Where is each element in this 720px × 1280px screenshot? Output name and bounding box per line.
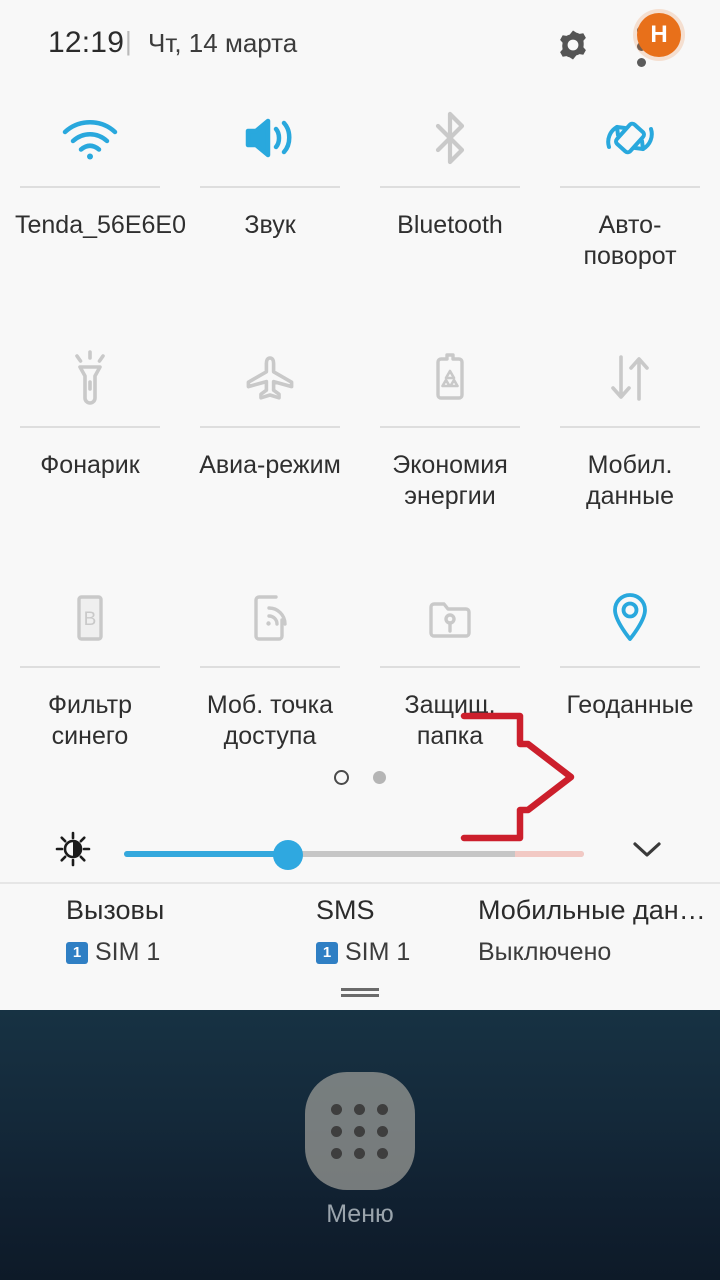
sim-item-title: Вызовы (66, 895, 165, 925)
secure-folder-icon (360, 572, 540, 664)
brightness-slider-track[interactable] (124, 851, 584, 857)
quick-settings-panel: 12:19 | Чт, 14 марта H Tenda_56E6E0 Звук… (0, 0, 720, 1010)
auto-rotate-icon (540, 92, 720, 184)
brightness-row (0, 815, 720, 875)
sim-item-value: SIM 1 (95, 938, 161, 966)
page-dot-2[interactable] (373, 770, 386, 784)
tile-label: Моб. точка доступа (206, 691, 334, 750)
sim-item-title: Мобильные дан… (478, 895, 706, 925)
airplane-icon (180, 332, 360, 424)
tile-label: Фонарик (40, 451, 140, 479)
gear-icon[interactable] (553, 25, 593, 65)
tile-underline (560, 666, 700, 668)
tile-label: Авто-поворот (583, 211, 677, 270)
sim-badge: 1 (66, 941, 88, 964)
tile-underline (20, 426, 160, 428)
volume-icon (180, 92, 360, 184)
tile-label: Мобил. данные (586, 451, 674, 510)
tile-label: Tenda_56E6E0 (15, 211, 186, 239)
sim-item-value-row: Выключено (478, 938, 706, 967)
page-indicator (0, 765, 720, 789)
clock-time: 12:19 (48, 26, 125, 59)
flashlight-icon (0, 332, 180, 424)
tile-label: Фильтр синего (48, 691, 132, 750)
drag-handle-icon[interactable] (341, 988, 379, 997)
tile-underline (20, 186, 160, 188)
panel-divider (0, 882, 720, 884)
sim-item-sms[interactable]: SMS 1 SIM 1 (316, 895, 410, 967)
home-screen-wallpaper: Меню (0, 1010, 720, 1280)
sim-status-strip: Вызовы 1 SIM 1 SMS 1 SIM 1 Мобильные дан… (0, 895, 720, 990)
user-avatar[interactable]: H (637, 13, 681, 57)
sim-item-value-row: 1 SIM 1 (66, 938, 164, 967)
tile-power-saving[interactable]: Экономия энергии (360, 332, 540, 572)
battery-saver-icon (360, 332, 540, 424)
tile-underline (380, 186, 520, 188)
tile-underline (380, 666, 520, 668)
tile-underline (20, 666, 160, 668)
tile-sound[interactable]: Звук (180, 92, 360, 332)
app-grid-icon (331, 1103, 389, 1159)
brightness-icon (55, 831, 91, 867)
sim-item-value-row: 1 SIM 1 (316, 938, 410, 967)
app-drawer-label: Меню (326, 1200, 394, 1228)
sim-item-value: Выключено (478, 938, 612, 966)
tile-airplane-mode[interactable]: Авиа-режим (180, 332, 360, 572)
tile-underline (380, 426, 520, 428)
tile-label: Авиа-режим (199, 451, 341, 479)
tile-mobile-data[interactable]: Мобил. данные (540, 332, 720, 572)
tile-label: Bluetooth (397, 211, 503, 239)
tile-label: Геоданные (566, 691, 694, 719)
blue-filter-icon: B (0, 572, 180, 664)
svg-text:B: B (84, 609, 97, 630)
tile-underline (200, 426, 340, 428)
tile-label: Экономия энергии (392, 451, 508, 510)
tile-row: Фонарик Авиа-режим Экономия энергии Моби… (0, 332, 720, 572)
tile-row: Tenda_56E6E0 Звук Bluetooth Авто-поворот (0, 92, 720, 332)
quick-tiles-grid: Tenda_56E6E0 Звук Bluetooth Авто-поворот… (0, 92, 720, 812)
clock-separator: | (125, 26, 132, 56)
mobile-data-icon (540, 332, 720, 424)
sim-item-mobile-data[interactable]: Мобильные дан… Выключено (478, 895, 706, 967)
hotspot-icon (180, 572, 360, 664)
tile-underline (200, 186, 340, 188)
tile-label: Звук (244, 211, 296, 239)
page-dot-1[interactable] (334, 769, 349, 785)
tile-flashlight[interactable]: Фонарик (0, 332, 180, 572)
tile-underline (560, 186, 700, 188)
tile-underline (200, 666, 340, 668)
brightness-slider-fill (124, 851, 290, 857)
tile-auto-rotate[interactable]: Авто-поворот (540, 92, 720, 332)
tile-underline (560, 426, 700, 428)
brightness-slider-thumb[interactable] (273, 840, 303, 870)
sim-item-value: SIM 1 (345, 938, 411, 966)
brightness-slider-tail (515, 851, 584, 857)
tile-label: Защищ. папка (404, 691, 496, 750)
app-drawer-button[interactable] (305, 1072, 415, 1190)
clock-date: Чт, 14 марта (148, 28, 298, 58)
sim-item-calls[interactable]: Вызовы 1 SIM 1 (66, 895, 164, 967)
sim-badge: 1 (316, 941, 338, 964)
bluetooth-icon (360, 92, 540, 184)
chevron-down-icon[interactable] (630, 837, 664, 861)
sim-item-title: SMS (316, 895, 375, 925)
tile-bluetooth[interactable]: Bluetooth (360, 92, 540, 332)
location-icon (540, 572, 720, 664)
status-header: 12:19 | Чт, 14 марта H (0, 0, 720, 88)
tile-wifi[interactable]: Tenda_56E6E0 (0, 92, 186, 332)
wifi-icon (0, 92, 180, 184)
